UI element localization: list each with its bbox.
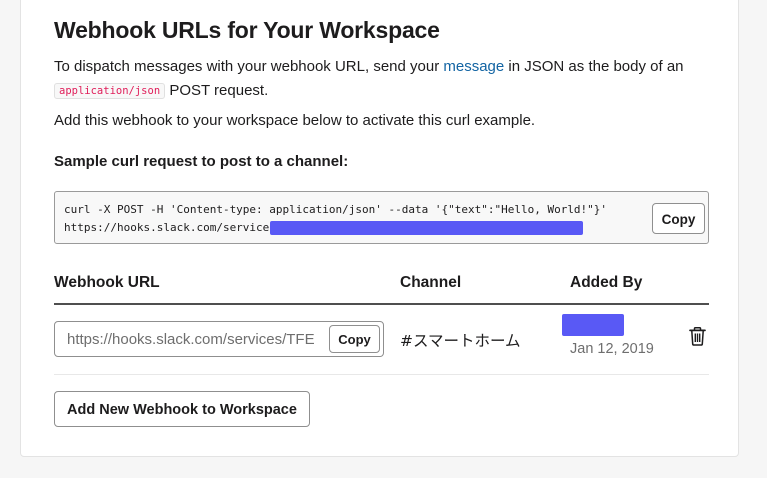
activate-instructions: Add this webhook to your workspace below… — [54, 112, 536, 129]
column-header-added-by: Added By — [570, 274, 643, 291]
channel-name: #スマートホーム — [400, 332, 521, 350]
table-row-divider — [54, 374, 709, 375]
message-link[interactable]: message — [443, 58, 504, 75]
content-type-code: application/json — [54, 83, 166, 99]
redacted-url-segment — [270, 221, 583, 235]
webhook-url-value[interactable]: https://hooks.slack.com/services/TFE — [67, 331, 315, 348]
intro-text-3: POST request. — [165, 82, 269, 99]
intro-paragraph: To dispatch messages with your webhook U… — [54, 55, 724, 103]
curl-line-1: curl -X POST -H 'Content-type: applicati… — [64, 203, 608, 216]
curl-line-2: https://hooks.slack.com/service — [64, 221, 270, 234]
table-header-divider — [54, 303, 709, 305]
redacted-user-name — [562, 314, 624, 336]
added-date: Jan 12, 2019 — [570, 341, 654, 357]
copy-webhook-url-button[interactable]: Copy — [329, 325, 380, 353]
column-header-channel: Channel — [400, 274, 462, 291]
trash-icon[interactable] — [689, 327, 706, 346]
curl-code-block: curl -X POST -H 'Content-type: applicati… — [54, 191, 709, 244]
column-header-webhook-url: Webhook URL — [54, 274, 160, 291]
add-webhook-button[interactable]: Add New Webhook to Workspace — [54, 391, 310, 427]
intro-text-2: in JSON as the body of an — [504, 58, 684, 75]
page-title: Webhook URLs for Your Workspace — [54, 17, 440, 43]
webhooks-card: Webhook URLs for Your Workspace To dispa… — [20, 0, 739, 457]
intro-text: To dispatch messages with your webhook U… — [54, 58, 444, 75]
copy-curl-button[interactable]: Copy — [652, 203, 705, 234]
webhook-url-field[interactable]: https://hooks.slack.com/services/TFE Cop… — [54, 321, 384, 357]
sample-curl-label: Sample curl request to post to a channel… — [54, 153, 349, 170]
